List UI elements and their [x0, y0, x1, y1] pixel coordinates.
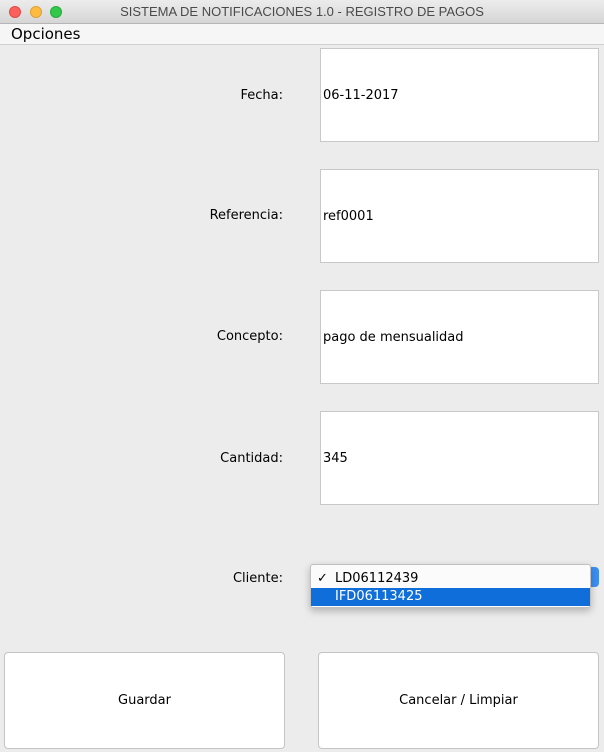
cliente-option-selected[interactable]: ✓ LD06112439 [311, 570, 590, 588]
cliente-option-label: IFD06113425 [335, 589, 423, 604]
cancelar-button-label: Cancelar / Limpiar [399, 693, 518, 708]
referencia-label: Referencia: [209, 208, 283, 223]
cliente-dropdown-list[interactable]: ✓ LD06112439 IFD06113425 [310, 564, 591, 608]
cliente-option-highlighted[interactable]: IFD06113425 [311, 588, 590, 606]
guardar-button-label: Guardar [118, 693, 171, 708]
cliente-label: Cliente: [232, 571, 283, 586]
concepto-value: pago de mensualidad [323, 330, 464, 345]
cantidad-value: 345 [323, 451, 348, 466]
concepto-field[interactable]: pago de mensualidad [320, 290, 599, 384]
window-title: SISTEMA DE NOTIFICACIONES 1.0 - REGISTRO… [120, 4, 484, 19]
cancelar-limpiar-button[interactable]: Cancelar / Limpiar [318, 652, 599, 749]
cantidad-label: Cantidad: [220, 451, 283, 466]
fecha-value: 06-11-2017 [323, 88, 399, 103]
menu-bar: Opciones [0, 24, 604, 45]
payment-form: Fecha: 06-11-2017 Referencia: ref0001 Co… [0, 45, 604, 752]
checkmark-icon: ✓ [317, 571, 328, 586]
cliente-option-label: LD06112439 [335, 571, 419, 586]
window-titlebar: SISTEMA DE NOTIFICACIONES 1.0 - REGISTRO… [0, 0, 604, 24]
fecha-field[interactable]: 06-11-2017 [320, 48, 599, 142]
guardar-button[interactable]: Guardar [4, 652, 285, 749]
concepto-label: Concepto: [216, 329, 283, 344]
referencia-value: ref0001 [323, 209, 374, 224]
fecha-label: Fecha: [240, 88, 284, 103]
menu-opciones[interactable]: Opciones [11, 25, 80, 43]
referencia-field[interactable]: ref0001 [320, 169, 599, 263]
cantidad-field[interactable]: 345 [320, 411, 599, 505]
